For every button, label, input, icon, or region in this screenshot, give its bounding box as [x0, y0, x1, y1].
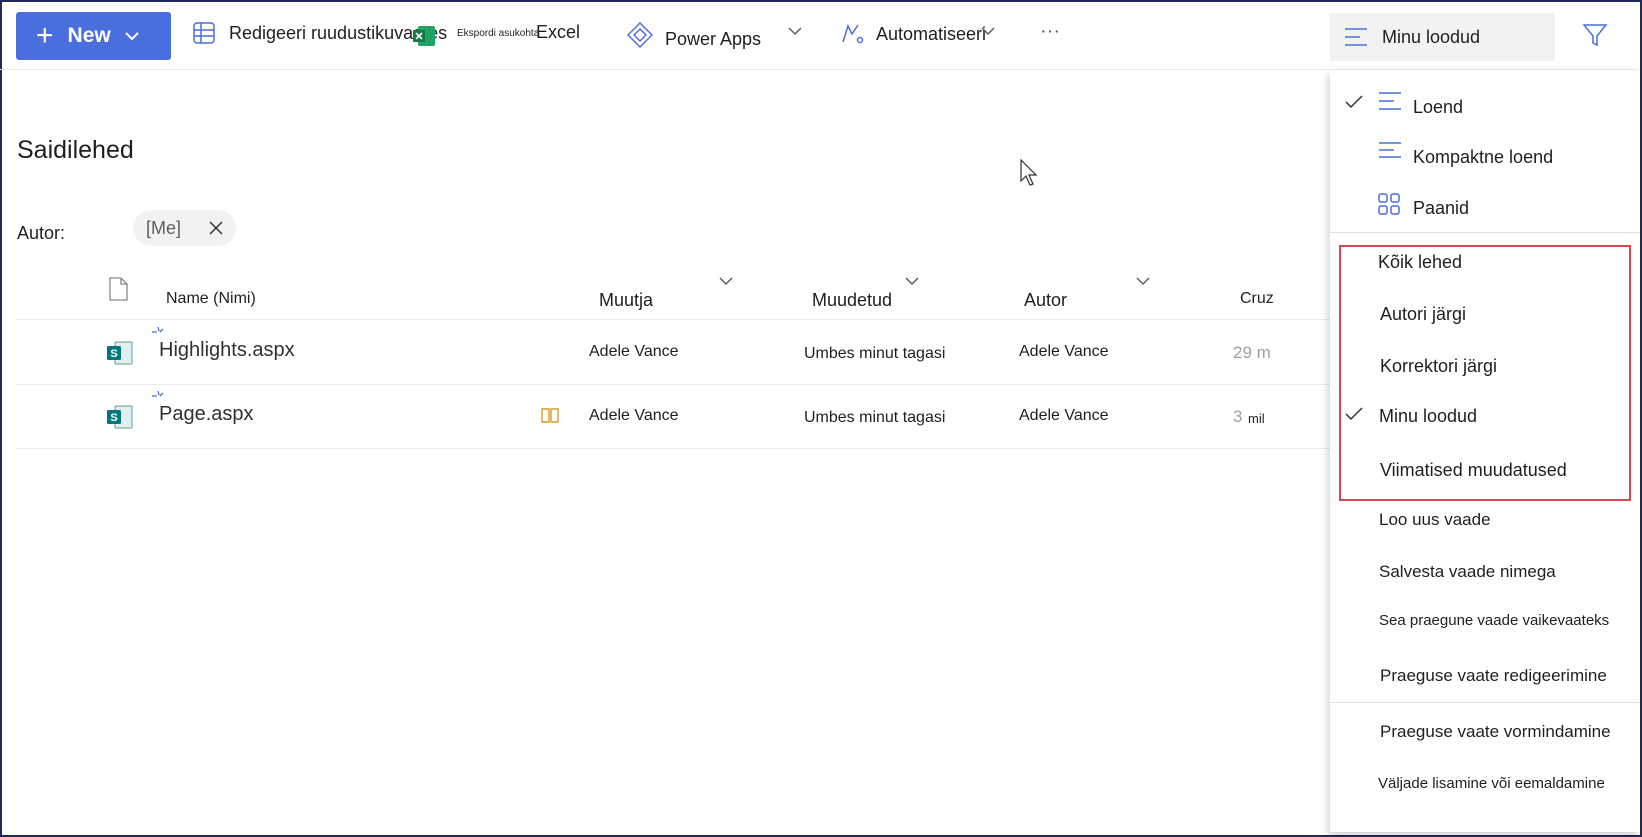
filter-chip[interactable]: [Me]: [133, 210, 236, 246]
excel-icon: [413, 26, 435, 46]
extra-cell-suffix: mil: [1248, 411, 1265, 426]
column-header-author[interactable]: Autor: [1024, 290, 1067, 311]
menu-item-label: Loo uus vaade: [1379, 510, 1491, 529]
book-icon[interactable]: [541, 407, 559, 423]
chevron-down-icon[interactable]: [1136, 276, 1150, 286]
menu-item-save-view-as[interactable]: Salvesta vaade nimega: [1330, 546, 1640, 594]
close-icon[interactable]: [206, 218, 226, 238]
export-to-label: Ekspordi asukohta: [457, 28, 540, 39]
power-apps-button[interactable]: Power Apps: [627, 22, 762, 49]
highlight-annotation-box: [1339, 245, 1631, 501]
menu-item-label: Sea praegune vaade vaikevaateks: [1379, 612, 1610, 629]
menu-item-label: Väljade lisamine või eemaldamine: [1378, 775, 1605, 792]
menu-item-label: Praeguse vaate vormindamine: [1380, 722, 1611, 741]
chevron-down-icon[interactable]: [981, 26, 995, 36]
sharepoint-page-icon: S: [107, 341, 133, 365]
table-row[interactable]: S Highlights.aspx Adele Vance Umbes minu…: [16, 321, 1330, 385]
edit-grid-view-button[interactable]: Redigeeri ruudustikuvaates: [193, 22, 447, 44]
file-type-icon[interactable]: [108, 277, 128, 301]
menu-item-compact-list-layout[interactable]: Kompaktne loend: [1330, 132, 1640, 178]
export-excel-button[interactable]: Excel: [536, 22, 580, 43]
menu-divider: [1330, 232, 1640, 233]
column-header-extra[interactable]: Cruz: [1240, 290, 1274, 308]
modifier-cell: Adele Vance: [589, 343, 679, 360]
svg-text:S: S: [110, 348, 117, 360]
author-cell: Adele Vance: [1019, 407, 1109, 424]
extra-cell: 29 m: [1233, 343, 1271, 362]
tiles-icon: [1378, 193, 1400, 215]
column-header-modifier[interactable]: Muutja: [599, 290, 653, 311]
new-item-sparkle-icon: [152, 390, 164, 397]
grid-icon: [193, 22, 215, 44]
menu-item-label: Praeguse vaate redigeerimine: [1380, 666, 1607, 685]
list-icon: [1379, 92, 1401, 110]
plus-icon: +: [36, 19, 54, 52]
automate-button[interactable]: Automatiseeri: [840, 22, 986, 46]
excel-label: Excel: [536, 22, 581, 42]
menu-item-label: Loend: [1413, 97, 1464, 117]
menu-item-list-layout[interactable]: Loend: [1330, 82, 1640, 128]
view-selector[interactable]: Minu loodud: [1330, 13, 1555, 61]
command-bar: + New Redigeeri ruudustikuvaates Ekspord…: [0, 0, 1638, 70]
view-selector-label: Minu loodud: [1382, 26, 1481, 47]
menu-item-tiles-layout[interactable]: Paanid: [1330, 182, 1640, 228]
checkmark-icon: [1345, 95, 1363, 109]
menu-item-edit-current-view[interactable]: Praeguse vaate redigeerimine: [1330, 648, 1640, 696]
mouse-cursor-icon: [1020, 159, 1038, 186]
chevron-down-icon[interactable]: [788, 26, 802, 36]
column-header-modified[interactable]: Muudetud: [812, 290, 892, 311]
menu-item-show-hide-columns[interactable]: Väljade lisamine või eemaldamine: [1330, 758, 1640, 806]
table-row[interactable]: S Page.aspx Adele Vance Umbes minut taga…: [16, 385, 1330, 449]
power-apps-icon: [627, 22, 653, 48]
chevron-down-icon: [125, 32, 139, 41]
new-button-label: New: [67, 24, 111, 47]
list-view-icon: [1345, 28, 1367, 46]
filter-icon[interactable]: [1582, 22, 1608, 48]
filter-chip-label: [Me]: [146, 217, 182, 238]
file-name-link[interactable]: Highlights.aspx: [159, 339, 295, 362]
menu-item-label: Salvesta vaade nimega: [1379, 562, 1556, 581]
menu-item-label: Kompaktne loend: [1413, 147, 1554, 167]
menu-item-set-default-view[interactable]: Sea praegune vaade vaikevaateks: [1330, 596, 1640, 644]
svg-text:S: S: [110, 412, 117, 424]
menu-item-label: Paanid: [1413, 198, 1470, 218]
filter-label: Autor:: [17, 223, 66, 243]
compact-list-icon: [1379, 142, 1401, 158]
new-button[interactable]: + New: [16, 12, 171, 60]
column-header-name[interactable]: Name (Nimi): [166, 290, 256, 308]
list-header: Name (Nimi) Muutja Muudetud Autor Cruz: [16, 272, 1330, 320]
new-item-sparkle-icon: [152, 326, 164, 333]
power-apps-label: Power Apps: [665, 28, 762, 49]
page-title: Saidilehed: [17, 136, 134, 164]
automate-label: Automatiseeri: [876, 23, 987, 44]
sharepoint-page-icon: S: [107, 405, 133, 429]
file-name-link[interactable]: Page.aspx: [159, 403, 254, 426]
modifier-cell: Adele Vance: [589, 407, 679, 424]
automate-icon: [842, 24, 864, 44]
menu-divider: [1330, 702, 1640, 703]
chevron-down-icon[interactable]: [905, 276, 919, 286]
chevron-down-icon[interactable]: [719, 276, 733, 286]
more-icon: ···: [1040, 20, 1060, 42]
menu-item-create-view[interactable]: Loo uus vaade: [1330, 494, 1640, 542]
author-cell: Adele Vance: [1019, 343, 1109, 360]
menu-item-format-current-view[interactable]: Praeguse vaate vormindamine: [1330, 706, 1640, 754]
extra-cell: 3: [1233, 407, 1243, 426]
more-options-button[interactable]: ···: [1040, 20, 1060, 43]
modified-cell: Umbes minut tagasi: [804, 409, 946, 426]
modified-cell: Umbes minut tagasi: [804, 345, 946, 362]
